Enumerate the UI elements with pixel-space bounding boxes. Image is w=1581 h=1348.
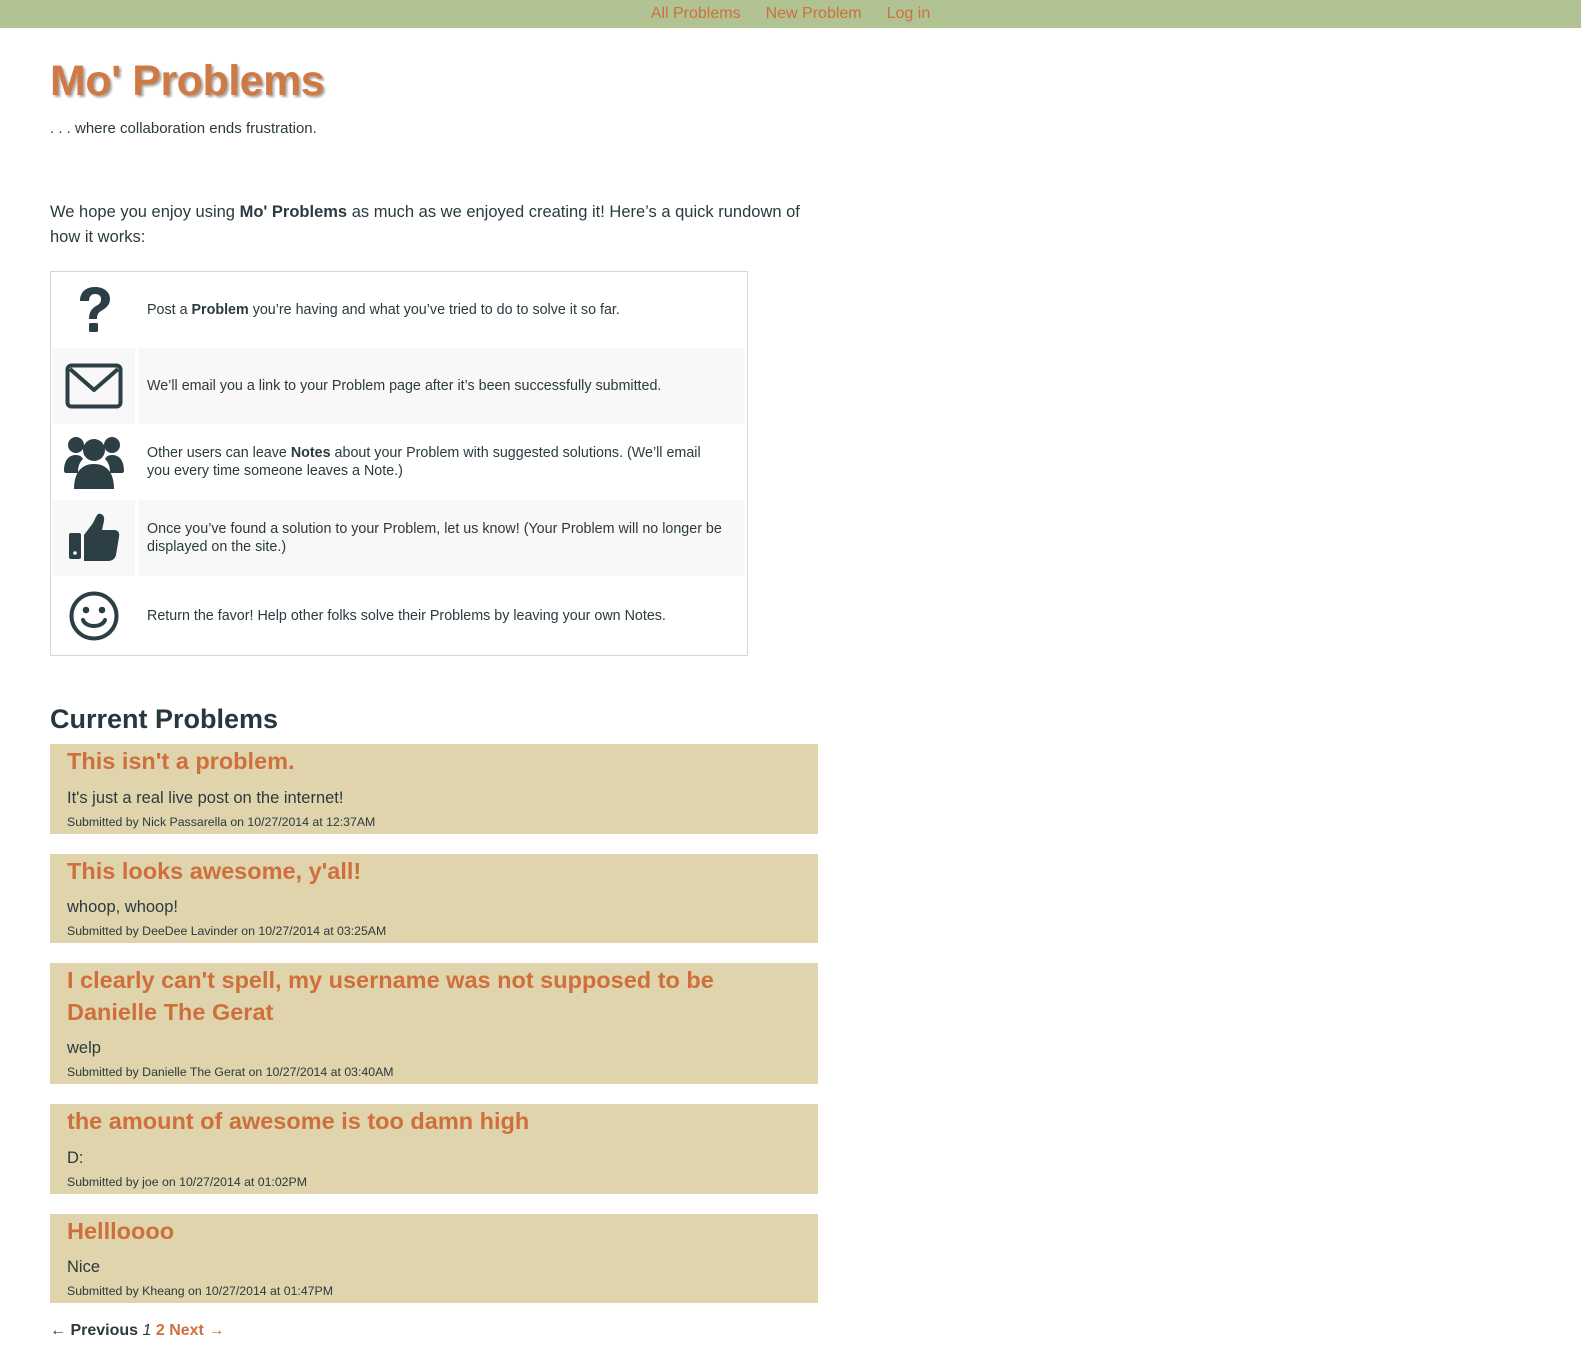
thumbs-up-icon <box>69 513 120 561</box>
how-it-works-list: Post a Problem you’re having and what yo… <box>50 271 748 656</box>
problem-title-link[interactable]: I clearly can't spell, my username was n… <box>67 965 801 1028</box>
problem-meta: Submitted by joe on 10/27/2014 at 01:02P… <box>67 1174 307 1189</box>
step-post-problem: Post a Problem you’re having and what yo… <box>53 272 745 348</box>
main-content: Mo' Problems . . . where collaboration e… <box>0 28 1581 1341</box>
users-icon <box>64 437 124 489</box>
step-text: Post a Problem you’re having and what yo… <box>147 302 620 318</box>
pagination-current-page: 1 <box>142 1322 152 1339</box>
step-text: Once you’ve found a solution to your Pro… <box>138 500 745 576</box>
problem-title-link[interactable]: This isn't a problem. <box>67 746 801 778</box>
nav-log-in[interactable]: Log in <box>887 0 931 28</box>
problem-title-link[interactable]: This looks awesome, y'all! <box>67 856 801 888</box>
question-icon <box>80 287 110 332</box>
intro-before: We hope you enjoy using <box>50 203 240 221</box>
nav-new-problem[interactable]: New Problem <box>766 0 862 28</box>
intro-text: We hope you enjoy using Mo' Problems as … <box>50 200 820 250</box>
problem-card: This looks awesome, y'all! whoop, whoop!… <box>50 853 818 943</box>
problem-title-link[interactable]: the amount of awesome is too damn high <box>67 1106 801 1138</box>
step-text: Other users can leave Notes about your P… <box>147 445 701 479</box>
pagination: ← Previous 1 2 Next → <box>50 1321 1581 1341</box>
problem-card: I clearly can't spell, my username was n… <box>50 963 818 1084</box>
problem-meta: Submitted by Nick Passarella on 10/27/20… <box>67 814 376 829</box>
problem-card: the amount of awesome is too damn high D… <box>50 1104 818 1194</box>
intro-bold: Mo' Problems <box>239 203 348 221</box>
step-notes: Other users can leave Notes about your P… <box>53 424 745 500</box>
problem-meta: Submitted by Kheang on 10/27/2014 at 01:… <box>67 1284 333 1298</box>
problem-title-link[interactable]: Hellloooo <box>67 1216 801 1248</box>
problem-body: whoop, whoop! <box>67 898 178 916</box>
problem-body: welp <box>67 1039 101 1057</box>
pagination-next[interactable]: Next → <box>169 1322 224 1339</box>
step-email-link: We’ll email you a link to your Problem p… <box>53 348 745 424</box>
problem-meta: Submitted by Danielle The Gerat on 10/27… <box>67 1065 394 1079</box>
step-return-favor: Return the favor! Help other folks solve… <box>53 576 745 655</box>
site-title[interactable]: Mo' Problems <box>50 28 1581 106</box>
top-nav: All Problems New Problem Log in <box>0 0 1581 28</box>
step-text: We’ll email you a link to your Problem p… <box>138 348 745 424</box>
problem-body: D: <box>67 1148 84 1167</box>
problem-meta: Submitted by DeeDee Lavinder on 10/27/20… <box>67 924 387 938</box>
step-text: Return the favor! Help other folks solve… <box>147 607 666 624</box>
smile-icon <box>69 591 119 640</box>
step-solution-found: Once you’ve found a solution to your Pro… <box>53 500 745 576</box>
problem-card: This isn't a problem. It's just a real l… <box>50 744 818 834</box>
problem-body: Nice <box>67 1258 101 1276</box>
envelope-icon <box>65 363 123 409</box>
problem-card: Hellloooo Nice Submitted by Kheang on 10… <box>50 1213 818 1303</box>
pagination-previous: ← Previous <box>50 1322 139 1339</box>
current-problems-heading: Current Problems <box>50 704 279 734</box>
site-tagline: . . . where collaboration ends frustrati… <box>50 120 317 137</box>
problem-body: It's just a real live post on the intern… <box>67 788 344 807</box>
nav-all-problems[interactable]: All Problems <box>651 0 741 28</box>
pagination-page-2[interactable]: 2 <box>156 1322 165 1339</box>
